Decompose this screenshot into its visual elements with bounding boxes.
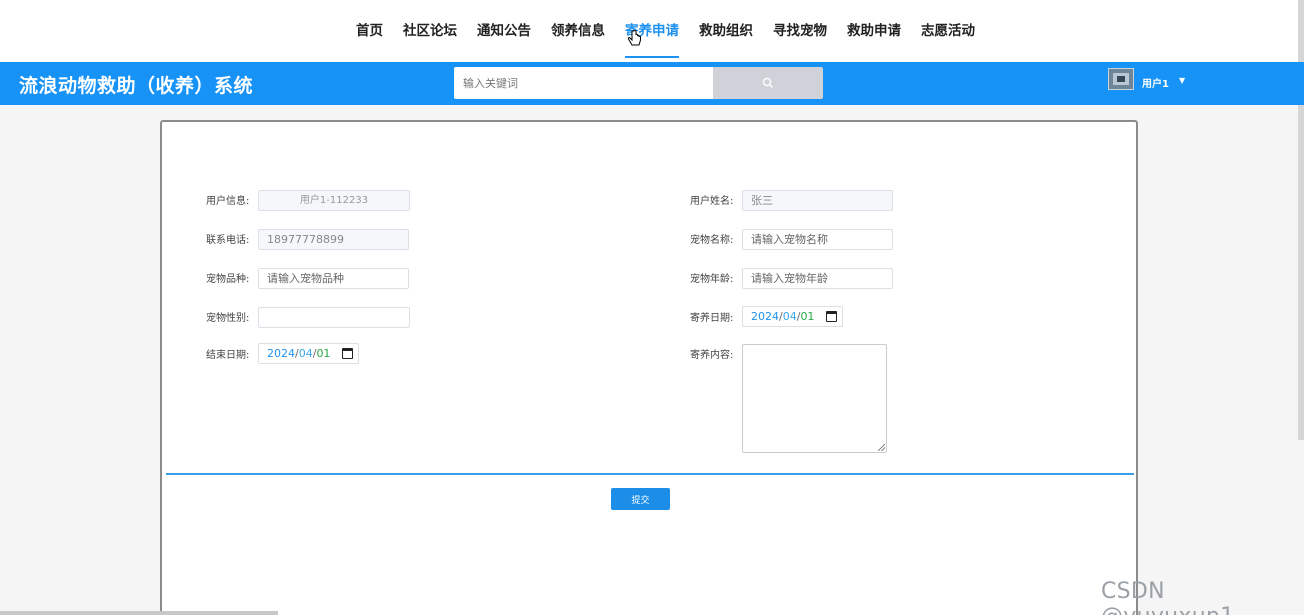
avatar[interactable]	[1108, 68, 1134, 90]
end-date-input[interactable]: 2024/04/01	[258, 343, 359, 364]
end-date-month: 04	[298, 347, 313, 360]
foster-date-year: 2024	[751, 310, 779, 323]
header-bar: 流浪动物救助（收养）系统 用户1 ▼	[0, 62, 1304, 105]
user-name-label: 用户姓名:	[690, 196, 734, 207]
end-date-year: 2024	[267, 347, 295, 360]
pet-name-input[interactable]: 请输入宠物名称	[742, 229, 893, 250]
nav-item[interactable]: 寄养申请	[625, 0, 679, 58]
end-date-day: 01	[316, 347, 331, 360]
foster-date-day: 01	[800, 310, 815, 323]
pet-age-input[interactable]: 请输入宠物年龄	[742, 268, 893, 289]
foster-date-month: 04	[782, 310, 797, 323]
end-date-label: 结束日期:	[206, 350, 250, 361]
nav-item[interactable]: 救助组织	[699, 0, 753, 58]
user-name[interactable]: 用户1	[1142, 75, 1169, 90]
hand-cursor-icon	[628, 30, 641, 46]
phone-label: 联系电话:	[206, 235, 250, 246]
nav-item[interactable]: 救助申请	[847, 0, 901, 58]
content-textarea[interactable]	[742, 344, 887, 453]
search-icon	[762, 77, 773, 88]
pet-gender-label: 宠物性别:	[206, 313, 250, 324]
nav-list: 首页 社区论坛 通知公告 领养信息 寄养申请 救助组织 寻找宠物 救助申请 志愿活动	[346, 0, 985, 62]
foster-date-input[interactable]: 2024/04/01	[742, 306, 843, 327]
horizontal-scrollbar[interactable]	[0, 611, 278, 615]
calendar-icon[interactable]	[826, 311, 837, 322]
calendar-icon[interactable]	[342, 348, 353, 359]
nav-item[interactable]: 通知公告	[477, 0, 531, 58]
user-info-label: 用户信息:	[206, 196, 250, 207]
nav-item[interactable]: 志愿活动	[921, 0, 975, 58]
user-info-field[interactable]: 用户1-112233	[258, 190, 410, 211]
nav-item[interactable]: 社区论坛	[403, 0, 457, 58]
content-label: 寄养内容:	[690, 350, 734, 361]
search-input[interactable]	[454, 67, 714, 99]
pet-age-label: 宠物年龄:	[690, 274, 734, 285]
submit-button[interactable]: 提交	[611, 488, 670, 510]
foster-date-label: 寄养日期:	[690, 313, 734, 324]
nav-item[interactable]: 首页	[356, 0, 383, 58]
pet-gender-select[interactable]	[258, 307, 410, 328]
pet-name-label: 宠物名称:	[690, 235, 734, 246]
user-name-field[interactable]: 张三	[742, 190, 893, 211]
pet-breed-label: 宠物品种:	[206, 274, 250, 285]
search-button[interactable]	[713, 67, 823, 99]
top-navigation: 首页 社区论坛 通知公告 领养信息 寄养申请 救助组织 寻找宠物 救助申请 志愿活动	[0, 0, 1304, 62]
nav-item[interactable]: 寻找宠物	[773, 0, 827, 58]
nav-item[interactable]: 领养信息	[551, 0, 605, 58]
pet-breed-input[interactable]: 请输入宠物品种	[258, 268, 409, 289]
divider	[166, 473, 1134, 475]
caret-down-icon[interactable]: ▼	[1179, 76, 1185, 85]
resize-grip-icon[interactable]	[878, 444, 885, 451]
site-title: 流浪动物救助（收养）系统	[19, 75, 254, 97]
phone-field[interactable]: 18977778899	[258, 229, 409, 250]
watermark: CSDN @yuyuxun1	[1101, 579, 1234, 615]
foster-application-form: 用户信息: 用户1-112233 用户姓名: 张三 联系电话: 18977778…	[160, 120, 1138, 615]
